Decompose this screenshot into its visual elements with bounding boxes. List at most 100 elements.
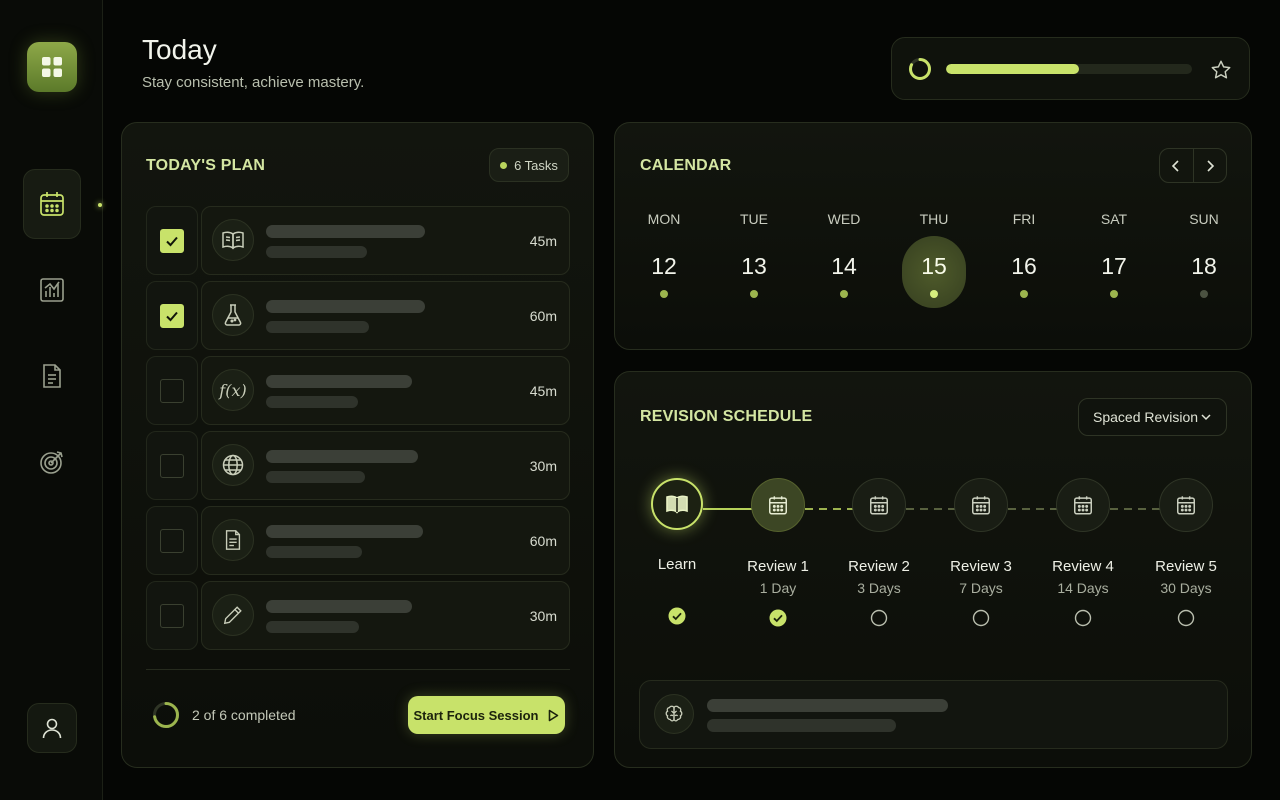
daily-progress-bar [946,64,1192,74]
task-checkbox-cell[interactable] [146,506,198,575]
stage-review-4[interactable]: Review 4 14 Days [1028,478,1138,632]
daily-progress-fill [946,64,1079,74]
day-sunday[interactable]: SUN 18 [1172,211,1236,298]
stage-review-1[interactable]: Review 1 1 Day [723,478,833,632]
checkmark-icon [166,311,178,321]
task-row: 30m [146,431,570,506]
task-card[interactable]: f(x) 45m [201,356,570,425]
chevron-left-icon [1172,159,1179,172]
next-week-button[interactable] [1194,149,1227,182]
revision-tip-box [639,680,1228,749]
stage-node [751,478,805,532]
task-subtitle-placeholder [266,621,359,633]
empty-circle-icon [870,609,888,627]
calendar-icon [1177,496,1195,515]
stage-interval: 7 Days [959,580,1003,596]
revision-mode-select[interactable]: Spaced Revision [1078,398,1227,436]
day-thursday-today[interactable]: THU 15 [902,211,966,308]
stage-label: Review 1 [747,558,809,575]
day-number: 13 [741,253,767,279]
stage-learn[interactable]: Learn [622,478,732,630]
chart-icon [40,278,64,302]
task-checkbox[interactable] [160,528,184,553]
task-list: 45m 60m f(x) 45m 30m 60m 30m [146,206,570,656]
day-name: TUE [740,211,768,227]
stage-label: Review 4 [1052,558,1114,575]
stage-label: Review 2 [848,558,910,575]
target-icon [40,451,63,474]
completion-ring [153,702,179,728]
tasks-count-label: 6 Tasks [514,157,558,173]
badge-dot [500,161,508,169]
revision-mode-value: Spaced Revision [1093,409,1199,425]
plan-divider [146,669,570,670]
task-checkbox-cell[interactable] [146,206,198,275]
progress-ring-icon [909,58,931,80]
task-checkbox[interactable] [160,228,184,253]
document-icon [212,519,254,561]
stage-node [1056,478,1110,532]
day-friday[interactable]: FRI 16 [992,211,1056,298]
task-checkbox-cell[interactable] [146,281,198,350]
task-card[interactable]: 45m [201,206,570,275]
day-wednesday[interactable]: WED 14 [812,211,876,298]
stage-review-3[interactable]: Review 3 7 Days [926,478,1036,632]
nav-calendar[interactable] [23,169,102,239]
chevron-right-icon [1207,159,1214,172]
task-duration: 30m [529,458,557,474]
calendar-icon [1074,496,1092,515]
function-icon: f(x) [212,369,254,411]
day-number: 18 [1191,253,1217,279]
task-title-placeholder [266,300,425,313]
task-checkbox[interactable] [160,453,184,478]
task-subtitle-placeholder [266,246,367,258]
book-icon [212,219,254,261]
task-checkbox[interactable] [160,303,184,328]
tip-title-placeholder [707,699,948,712]
day-saturday[interactable]: SAT 17 [1082,211,1146,298]
nav-notes[interactable] [23,341,81,411]
stage-review-2[interactable]: Review 2 3 Days [824,478,934,632]
task-card[interactable]: 60m [201,506,570,575]
task-row: 60m [146,506,570,581]
task-row: 60m [146,281,570,356]
page-title: Today [142,34,217,65]
day-number: 12 [651,253,677,279]
sidebar [0,0,103,800]
stage-node [651,478,703,530]
task-checkbox[interactable] [160,378,184,403]
stage-node [1159,478,1213,532]
task-checkbox-cell[interactable] [146,431,198,500]
calendar-icon [40,192,64,216]
start-focus-session-button[interactable]: Start Focus Session [408,696,565,734]
task-card[interactable]: 30m [201,431,570,500]
stage-review-5[interactable]: Review 5 30 Days [1131,478,1241,632]
calendar-icon [870,496,888,515]
task-checkbox[interactable] [160,603,184,628]
day-event-dot [1200,290,1208,298]
task-card[interactable]: 30m [201,581,570,650]
focus-button-label: Start Focus Session [413,707,539,723]
day-monday[interactable]: MON 12 [632,211,696,298]
nav-analytics[interactable] [23,255,81,325]
prev-week-button[interactable] [1160,149,1193,182]
day-tuesday[interactable]: TUE 13 [722,211,786,298]
task-title-placeholder [266,450,418,463]
function-icon-text: f(x) [219,380,247,400]
empty-circle-icon [972,609,990,627]
completed-count: 2 of 6 completed [192,707,296,723]
task-card[interactable]: 60m [201,281,570,350]
day-event-dot [750,290,758,298]
stage-interval: 3 Days [857,580,901,596]
star-icon[interactable] [1210,59,1232,81]
nav-goals[interactable] [23,427,81,497]
check-circle-icon [668,607,686,625]
stage-node [852,478,906,532]
profile-button[interactable] [27,703,77,753]
task-checkbox-cell[interactable] [146,581,198,650]
task-duration: 45m [529,233,557,249]
task-checkbox-cell[interactable] [146,356,198,425]
day-event-dot [930,290,938,298]
task-duration: 60m [529,308,557,324]
app-logo-button[interactable] [27,42,77,92]
